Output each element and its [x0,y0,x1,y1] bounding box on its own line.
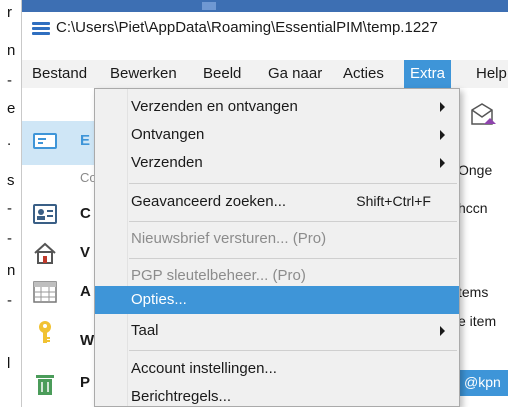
background-char: s [7,172,15,189]
background-char: - [7,292,12,309]
background-char: l [7,355,11,372]
title-bar[interactable]: C:\Users\Piet\AppData\Roaming\EssentialP… [22,12,508,46]
screen: r n - e . s - - n - l C:\Users\Piet\AppD… [0,0,508,407]
menu-item-ontvangen[interactable]: Ontvangen [95,121,459,149]
menu-separator [129,221,457,222]
menu-item-verzenden-en-ontvangen[interactable]: Verzenden en ontvangen [95,93,459,121]
menu-bestand[interactable]: Bestand [32,60,87,88]
menu-bar: Bestand Bewerken Beeld Ga naar Acties Ex… [22,60,508,88]
nav-item-w[interactable]: W [80,332,94,349]
menu-separator [129,350,457,351]
menu-separator [129,183,457,184]
extra-menu-dropdown: Verzenden en ontvangen Ontvangen Verzend… [94,88,460,407]
menu-item-nieuwsbrief-versturen: Nieuwsbrief versturen... (Pro) [95,225,459,253]
navigation-panel: E Co C V A W P [22,88,98,407]
calendar-icon[interactable] [33,280,57,304]
background-char: - [7,72,12,89]
submenu-arrow-icon [440,130,445,140]
window-title: C:\Users\Piet\AppData\Roaming\EssentialP… [56,19,438,36]
content-text: hccn [458,200,488,216]
menu-item-label: Account instellingen... [131,360,277,377]
menu-item-label: Verzenden [131,154,203,171]
nav-item-email[interactable]: E [80,132,90,149]
window-top-strip [22,0,508,12]
menu-bewerken[interactable]: Bewerken [110,60,177,88]
menu-item-label: Opties... [131,291,187,308]
menu-extra[interactable]: Extra [404,60,452,88]
menu-shortcut: Shift+Ctrl+F [356,193,431,209]
menu-item-geavanceerd-zoeken[interactable]: Geavanceerd zoeken... Shift+Ctrl+F [95,188,459,216]
menu-item-taal[interactable]: Taal [95,317,459,345]
menu-acties[interactable]: Acties [343,60,384,88]
content-text: Onge [458,162,493,178]
send-receive-icon[interactable] [458,96,508,136]
top-strip-mark [202,2,216,10]
menu-item-berichtregels[interactable]: Berichtregels... [95,383,459,407]
menu-item-label: Verzenden en ontvangen [131,98,298,115]
essentialpim-app-icon [32,22,50,35]
submenu-arrow-icon [440,326,445,336]
background-char: n [7,42,16,59]
menu-separator [129,258,457,259]
content-text: tems [458,284,489,300]
menu-ga-naar[interactable]: Ga naar [268,60,322,88]
menu-item-label: Berichtregels... [131,388,232,405]
background-char: n [7,262,16,279]
background-window-strip: r n - e . s - - n - l [0,0,22,407]
menu-item-verzenden[interactable]: Verzenden [95,149,459,177]
submenu-arrow-icon [440,158,445,168]
nav-item-v[interactable]: V [80,244,90,261]
menu-item-label: Taal [131,322,159,339]
background-char: r [7,4,12,21]
nav-item-contacts[interactable]: C [80,205,91,222]
menu-item-account-instellingen[interactable]: Account instellingen... [95,355,459,383]
menu-item-label: Nieuwsbrief versturen... (Pro) [131,230,327,247]
selected-row-text: @kpn [464,374,501,390]
menu-item-label: PGP sleutelbeheer... (Pro) [131,267,306,284]
contacts-icon[interactable] [33,202,57,226]
menu-item-opties[interactable]: Opties... [95,286,459,314]
content-text: e item [458,313,497,329]
menu-beeld[interactable]: Beeld [203,60,241,88]
nav-item-a[interactable]: A [80,283,91,300]
background-char: - [7,230,12,247]
background-char: e [7,100,16,117]
mail-icon[interactable] [33,129,57,153]
background-char: . [7,132,12,149]
selected-row[interactable]: @kpn [458,370,508,396]
menu-item-label: Ontvangen [131,126,205,143]
home-icon[interactable] [33,241,57,265]
submenu-arrow-icon [440,102,445,112]
trash-icon[interactable] [33,372,57,396]
menu-item-label: Geavanceerd zoeken... [131,193,287,210]
nav-item-p[interactable]: P [80,374,90,391]
background-char: - [7,200,12,217]
key-icon[interactable] [33,320,57,344]
menu-help[interactable]: Help [476,60,507,88]
